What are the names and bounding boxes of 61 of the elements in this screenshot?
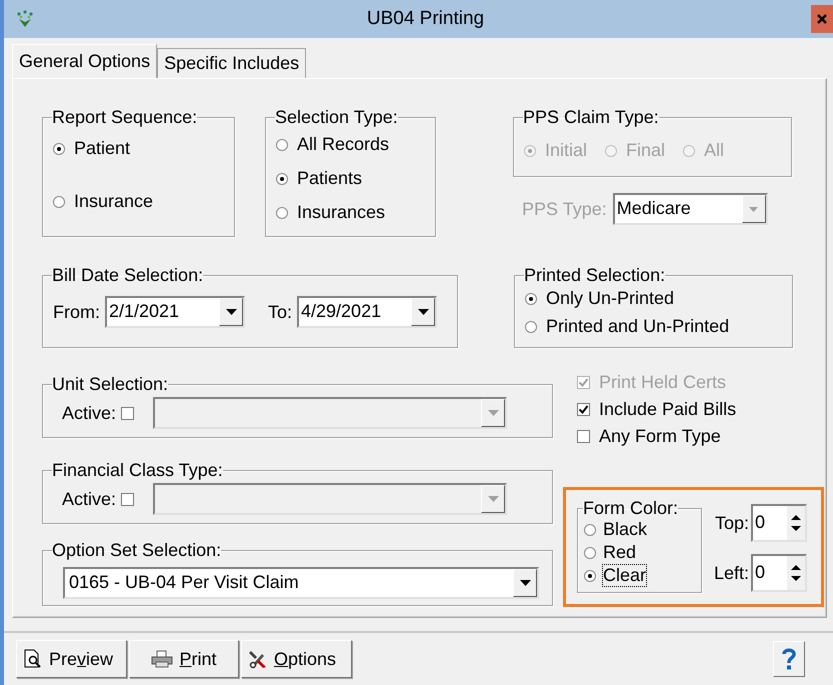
field-label: From: bbox=[53, 302, 100, 322]
field-label: Active: bbox=[62, 402, 116, 424]
date-field[interactable]: 2/1/2021 bbox=[105, 296, 245, 328]
question-mark-icon bbox=[781, 647, 797, 671]
checkbox[interactable] bbox=[121, 492, 134, 506]
radio-option[interactable]: Only Un-Printed bbox=[525, 288, 782, 309]
radio-option[interactable]: Black bbox=[584, 519, 695, 540]
dropdown-arrow-icon bbox=[749, 206, 758, 212]
group-label: Unit Selection: bbox=[52, 374, 168, 395]
toolbar-button[interactable]: Preview bbox=[16, 640, 127, 678]
field-label: Active: bbox=[62, 488, 116, 510]
close-button[interactable] bbox=[811, 5, 833, 33]
radio-option[interactable]: Printed and Un-Printed bbox=[525, 316, 782, 337]
tab[interactable]: Specific Includes bbox=[157, 48, 306, 78]
checkbox-option[interactable]: Include Paid Bills bbox=[577, 399, 824, 420]
radio-option[interactable]: Patients bbox=[276, 168, 425, 189]
page-magnifier-icon bbox=[23, 649, 43, 669]
dropdown-field[interactable] bbox=[153, 397, 508, 429]
tab[interactable]: General Options bbox=[12, 44, 158, 78]
date-field[interactable]: 4/29/2021 bbox=[297, 296, 438, 328]
dropdown-arrow-icon bbox=[418, 309, 429, 315]
group-label: PPS Claim Type: bbox=[523, 107, 659, 128]
spin-field[interactable]: 0 bbox=[751, 504, 808, 542]
sprout-logo-icon bbox=[16, 10, 34, 28]
checkbox-option[interactable]: Any Form Type bbox=[577, 426, 824, 447]
radio-option[interactable]: All Records bbox=[276, 134, 425, 155]
dropdown-arrow-icon bbox=[488, 496, 499, 502]
group-label: Bill Date Selection: bbox=[52, 265, 204, 286]
radio-option[interactable]: Patient bbox=[53, 138, 224, 159]
group-label: Selection Type: bbox=[275, 107, 398, 128]
printer-icon bbox=[151, 650, 174, 668]
group-label: Form Color: bbox=[583, 498, 678, 519]
toolbar-button[interactable]: Print bbox=[129, 640, 239, 678]
radio-option[interactable]: Insurance bbox=[53, 191, 224, 212]
close-icon bbox=[816, 13, 828, 25]
radio-option[interactable]: Insurances bbox=[276, 202, 425, 223]
dropdown-arrow-icon bbox=[520, 580, 530, 586]
group-label: Option Set Selection: bbox=[52, 540, 222, 561]
spin-arrows-icon bbox=[789, 512, 804, 534]
group-label: Financial Class Type: bbox=[52, 460, 223, 481]
checkmark-icon bbox=[578, 377, 589, 388]
group-label: Report Sequence: bbox=[52, 107, 198, 128]
spin-arrows-icon bbox=[789, 562, 804, 584]
field-label: Top: bbox=[715, 512, 750, 534]
checkmark-icon bbox=[578, 404, 589, 415]
spin-field[interactable]: 0 bbox=[751, 554, 808, 592]
radio-option[interactable]: Clear bbox=[584, 565, 695, 586]
window-title: UB04 Printing bbox=[366, 8, 486, 30]
field-label: Left: bbox=[714, 562, 750, 584]
radio-option[interactable]: Red bbox=[584, 542, 695, 563]
group-label: Printed Selection: bbox=[524, 265, 666, 286]
dropdown-arrow-icon bbox=[488, 410, 499, 416]
dropdown-field[interactable]: 0165 - UB-04 Per Visit Claim bbox=[63, 567, 539, 599]
field-label: PPS Type: bbox=[522, 198, 607, 220]
dropdown-field[interactable] bbox=[153, 483, 508, 515]
toolbar-button[interactable]: Options bbox=[241, 640, 352, 678]
field-label: To: bbox=[268, 302, 292, 322]
checkbox[interactable] bbox=[121, 406, 134, 420]
dropdown-arrow-icon bbox=[226, 309, 236, 315]
tools-icon bbox=[248, 649, 268, 669]
help-button[interactable] bbox=[773, 641, 805, 677]
